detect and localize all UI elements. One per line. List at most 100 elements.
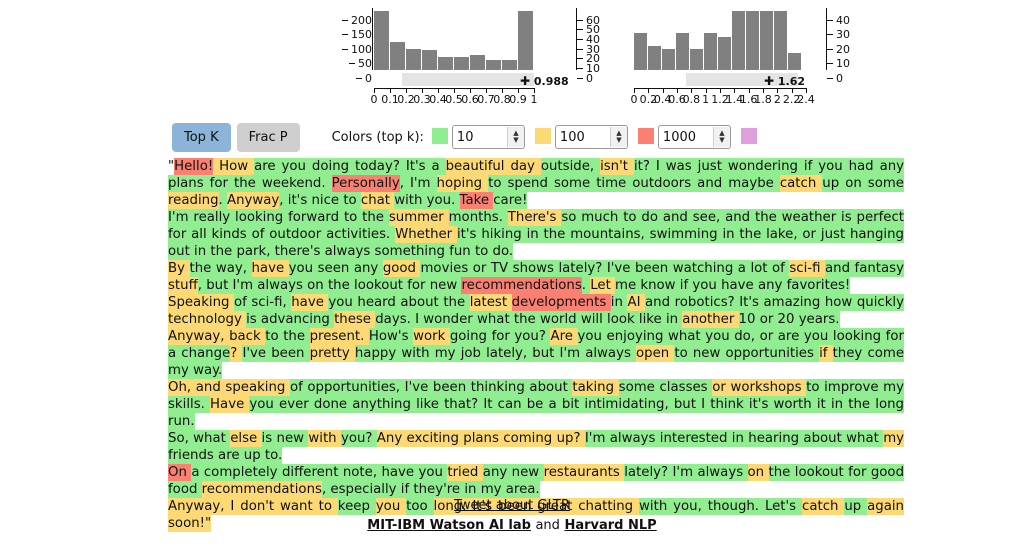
token[interactable]: of bbox=[772, 260, 790, 277]
threshold-stepper-2[interactable]: ▲▼ bbox=[657, 125, 731, 149]
threshold-input-2[interactable] bbox=[658, 127, 713, 147]
token[interactable]: what bbox=[193, 430, 231, 447]
token[interactable]: these bbox=[334, 311, 376, 328]
token[interactable]: outside, bbox=[540, 158, 601, 175]
token[interactable]: so bbox=[561, 209, 582, 226]
token[interactable]: heard bbox=[357, 294, 401, 311]
token[interactable]: to bbox=[265, 328, 284, 345]
token[interactable]: or bbox=[472, 260, 491, 277]
token[interactable]: in bbox=[610, 294, 628, 311]
token[interactable]: tried bbox=[447, 464, 483, 481]
token[interactable]: maybe bbox=[728, 175, 780, 192]
token[interactable]: the bbox=[513, 311, 540, 328]
token[interactable]: . bbox=[581, 277, 591, 294]
token[interactable]: Anyway, bbox=[168, 328, 230, 345]
token[interactable]: amazing bbox=[763, 294, 825, 311]
token[interactable]: It's bbox=[405, 158, 432, 175]
token[interactable]: open bbox=[636, 345, 675, 362]
token[interactable]: and bbox=[697, 175, 729, 192]
token[interactable]: be bbox=[526, 396, 549, 413]
token[interactable]: anything bbox=[352, 396, 417, 413]
token[interactable]: recommendations bbox=[461, 277, 582, 294]
token[interactable]: something bbox=[374, 243, 450, 260]
token[interactable]: long bbox=[875, 396, 904, 413]
token[interactable]: the bbox=[443, 294, 470, 311]
token[interactable]: catch bbox=[779, 175, 823, 192]
token[interactable]: enjoying bbox=[606, 328, 668, 345]
token[interactable]: , bbox=[399, 175, 410, 192]
token[interactable]: good bbox=[382, 260, 421, 277]
token[interactable]: any bbox=[879, 158, 905, 175]
token[interactable]: good bbox=[870, 464, 905, 481]
token[interactable]: lookout bbox=[354, 277, 408, 294]
token[interactable]: much bbox=[581, 209, 624, 226]
token[interactable]: It's bbox=[739, 294, 764, 311]
token[interactable]: know bbox=[640, 277, 680, 294]
token[interactable]: you. bbox=[426, 192, 460, 209]
token[interactable]: Oh, bbox=[168, 379, 196, 396]
token[interactable]: weather bbox=[781, 209, 842, 226]
token[interactable]: care! bbox=[493, 192, 528, 209]
token[interactable]: ever bbox=[279, 396, 314, 413]
token[interactable]: different bbox=[281, 464, 343, 481]
token[interactable]: out bbox=[168, 243, 195, 260]
token[interactable]: a bbox=[168, 345, 182, 362]
token[interactable]: thinking bbox=[470, 379, 530, 396]
token[interactable]: the bbox=[327, 277, 355, 294]
token[interactable]: nice bbox=[311, 192, 344, 209]
token[interactable]: for bbox=[209, 175, 234, 192]
token[interactable]: or bbox=[712, 379, 731, 396]
token[interactable]: way, bbox=[215, 260, 252, 277]
token[interactable]: some bbox=[618, 379, 660, 396]
token[interactable]: fun bbox=[449, 243, 475, 260]
token[interactable]: of bbox=[251, 226, 270, 243]
token[interactable]: favorites! bbox=[786, 277, 851, 294]
token[interactable]: you? bbox=[514, 328, 551, 345]
token[interactable]: but bbox=[673, 396, 702, 413]
token[interactable]: . bbox=[218, 192, 227, 209]
token[interactable]: for bbox=[168, 226, 192, 243]
token[interactable]: seen bbox=[317, 260, 354, 277]
token[interactable]: hoping bbox=[436, 175, 489, 192]
token[interactable]: fantasy bbox=[854, 260, 904, 277]
frac-p-slider-handle[interactable]: ✚ 1.62 bbox=[764, 74, 805, 88]
token[interactable]: you bbox=[692, 277, 722, 294]
token[interactable]: are bbox=[218, 447, 244, 464]
token[interactable]: Speaking bbox=[168, 294, 235, 311]
token[interactable]: the bbox=[233, 175, 262, 192]
token[interactable]: I'm bbox=[584, 430, 610, 447]
token[interactable]: stuff bbox=[168, 277, 198, 294]
token[interactable]: I'm bbox=[409, 175, 437, 192]
token[interactable]: my bbox=[168, 362, 194, 379]
token[interactable]: a bbox=[737, 260, 751, 277]
threshold-spinner-1[interactable]: ▲ ▼ bbox=[609, 127, 627, 147]
token[interactable]: if bbox=[819, 345, 833, 362]
token[interactable]: do, bbox=[734, 328, 760, 345]
token[interactable]: in bbox=[722, 226, 740, 243]
token[interactable]: I'm bbox=[672, 464, 698, 481]
token[interactable]: just bbox=[820, 226, 850, 243]
token[interactable]: in bbox=[464, 481, 481, 498]
token[interactable]: going bbox=[449, 328, 492, 345]
token[interactable]: any bbox=[353, 260, 383, 277]
token[interactable]: hiking bbox=[481, 226, 527, 243]
token[interactable]: my bbox=[883, 379, 904, 396]
token[interactable]: a bbox=[191, 464, 204, 481]
token[interactable]: skills. bbox=[168, 396, 211, 413]
token[interactable]: improve bbox=[824, 379, 884, 396]
token[interactable]: in bbox=[526, 226, 544, 243]
token[interactable]: ? bbox=[230, 345, 243, 362]
token[interactable]: the bbox=[754, 209, 782, 226]
token[interactable]: note, bbox=[342, 464, 382, 481]
token[interactable]: movies bbox=[420, 260, 473, 277]
token[interactable]: I bbox=[701, 396, 711, 413]
token[interactable]: my bbox=[434, 345, 461, 362]
token[interactable]: and bbox=[662, 209, 693, 226]
token[interactable]: of bbox=[289, 379, 308, 396]
token[interactable]: Hello bbox=[174, 158, 208, 175]
token[interactable]: Are bbox=[550, 328, 578, 345]
token[interactable]: it's bbox=[456, 226, 482, 243]
token[interactable]: How's bbox=[368, 328, 414, 345]
token[interactable]: world bbox=[539, 311, 581, 328]
token[interactable]: reading bbox=[168, 192, 219, 209]
